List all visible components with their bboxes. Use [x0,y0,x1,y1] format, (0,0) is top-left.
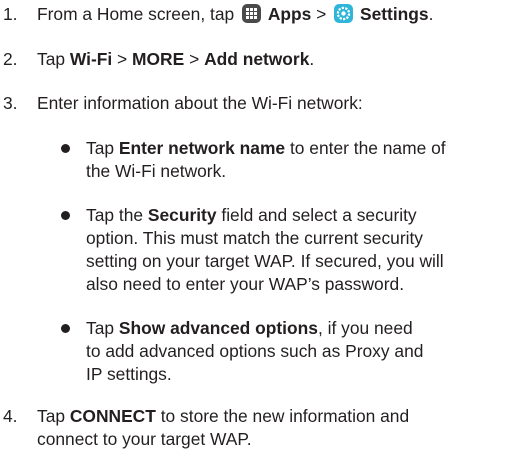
wifi-label: Wi-Fi [69,49,113,69]
step-text-plain: to store the new information and [155,406,410,426]
step-line: connect to your target WAP. [37,429,252,449]
bullet-text: Tap Enter network name to enter the name… [86,137,512,183]
bullet-text-plain: field and select a security [216,205,417,225]
step-text-plain: Tap [37,49,70,69]
bullet-dot [61,324,70,333]
apps-label: Apps [267,4,312,24]
step-number: 2. [3,49,18,69]
bullet-dot [61,144,70,153]
step-number: 1. [3,4,18,24]
bullet-text: Tap Show advanced options, if you need t… [86,317,512,386]
bullet-dot [61,211,70,220]
bullet-line: also need to enter your WAP’s password. [86,274,405,294]
step-text-plain: Tap [37,406,70,426]
bullet-text-plain: , if you need [317,318,413,338]
bullet-line: option. This must match the current secu… [86,228,424,248]
bullet-text-plain: to enter the name of [285,138,446,158]
bullet-line: the Wi-Fi network. [86,161,227,181]
step-number: 4. [3,406,18,426]
enter-network-name-label: Enter network name [118,138,286,158]
bullet-line: Tap Enter network name to enter the name… [86,137,512,160]
separator: > [184,49,205,69]
step-text: Enter information about the Wi-Fi networ… [37,93,363,113]
bullet-text-plain: Tap the [86,205,148,225]
step-text: Tap CONNECT to store the new information… [37,405,511,451]
bullet-text: Tap the Security field and select a secu… [86,204,512,296]
step-text: From a Home screen, tap Apps > Settings. [37,3,511,26]
bullet-text-plain: Tap [86,138,119,158]
settings-label: Settings [360,4,429,24]
show-advanced-options-label: Show advanced options [118,318,318,338]
bullet-line: IP settings. [86,364,172,384]
bullet-line: Tap Show advanced options, if you need [86,317,512,340]
bullet-text-plain: Tap [86,318,119,338]
step-text: Tap Wi-Fi > MORE > Add network. [37,48,511,71]
security-label: Security [147,205,217,225]
separator: > [112,49,133,69]
apps-grid-icon [242,4,261,23]
step-text-plain: . [428,4,434,24]
bullet-line: to add advanced options such as Proxy an… [86,341,424,361]
step-text-plain: . [309,49,315,69]
bullet-line: setting on your target WAP. If secured, … [86,251,444,271]
settings-gear-icon [334,4,354,23]
step-number: 3. [3,93,18,113]
more-label: MORE [132,49,185,69]
connect-label: CONNECT [69,406,156,426]
separator: > [311,4,332,24]
bullet-line: Tap the Security field and select a secu… [86,204,512,227]
step-line: Tap CONNECT to store the new information… [37,405,511,428]
add-network-label: Add network [204,49,310,69]
step-text-plain: From a Home screen, tap [37,4,239,24]
